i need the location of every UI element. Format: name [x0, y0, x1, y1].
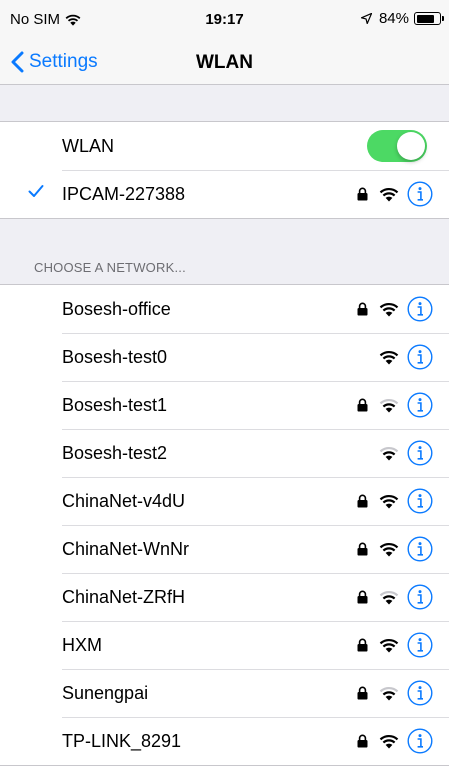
wifi-slot — [379, 494, 399, 509]
page-title: WLAN — [196, 52, 253, 73]
info-icon[interactable] — [407, 632, 433, 658]
lock-slot — [356, 542, 368, 556]
wlan-toggle-row: WLAN — [0, 122, 449, 170]
network-name: ChinaNet-WnNr — [62, 539, 190, 559]
network-name: Sunengpai — [62, 683, 149, 703]
info-icon[interactable] — [407, 392, 433, 418]
info-icon[interactable] — [407, 488, 433, 514]
wlan-group: WLAN IPCAM-227388 — [0, 121, 449, 219]
wifi-slot — [379, 686, 399, 701]
wifi-slot — [379, 302, 399, 317]
info-icon[interactable] — [407, 296, 433, 322]
network-row[interactable]: ChinaNet-ZRfH — [0, 573, 449, 621]
wifi-signal-icon — [379, 302, 399, 316]
wifi-slot — [379, 187, 399, 202]
network-list: Bosesh-office Bosesh-test0 Bosesh-test1 Bos… — [0, 284, 449, 766]
wifi-signal-icon — [379, 542, 399, 556]
lock-icon — [357, 302, 367, 316]
battery-icon — [414, 12, 444, 25]
lock-slot — [356, 686, 368, 700]
lock-icon — [357, 686, 367, 700]
wifi-signal-icon — [379, 638, 399, 652]
section-header: CHOOSE A NETWORK... — [34, 260, 186, 275]
wifi-slot — [379, 542, 399, 557]
lock-icon — [357, 734, 367, 748]
network-icons — [356, 621, 449, 669]
info-icon[interactable] — [407, 181, 433, 207]
network-icons — [356, 669, 449, 717]
connected-network-name: IPCAM-227388 — [62, 184, 186, 204]
network-icons — [356, 333, 449, 381]
info-icon[interactable] — [407, 344, 433, 370]
lock-slot — [356, 398, 368, 412]
network-name: Bosesh-test0 — [62, 347, 168, 367]
lock-slot — [356, 734, 368, 748]
network-name: ChinaNet-v4dU — [62, 491, 186, 511]
toggle-knob — [397, 132, 425, 160]
wifi-slot — [379, 590, 399, 605]
network-row[interactable]: Bosesh-test1 — [0, 381, 449, 429]
wifi-slot — [379, 638, 399, 653]
network-name: Bosesh-office — [62, 299, 171, 319]
network-icons — [356, 525, 449, 573]
location-arrow-icon — [360, 13, 372, 24]
lock-slot — [356, 638, 368, 652]
wifi-slot — [379, 398, 399, 413]
network-name: Bosesh-test2 — [62, 443, 168, 463]
lock-icon — [357, 638, 367, 652]
status-bar: No SIM 19:17 84% — [0, 0, 449, 40]
lock-icon — [357, 398, 367, 412]
wifi-signal-icon — [379, 494, 399, 508]
network-icons — [356, 285, 449, 333]
connected-network-icons — [356, 170, 449, 218]
network-row[interactable]: Bosesh-office — [0, 285, 449, 333]
network-name: HXM — [62, 635, 102, 655]
network-name: Bosesh-test1 — [62, 395, 168, 415]
network-icons — [356, 573, 449, 621]
lock-slot — [356, 590, 368, 604]
wifi-signal-icon — [379, 686, 399, 700]
wifi-slot — [379, 350, 399, 365]
wlan-toggle[interactable] — [367, 130, 427, 162]
lock-slot — [356, 494, 368, 508]
status-right: 84% — [360, 10, 444, 27]
wifi-signal-icon — [379, 398, 399, 412]
network-row[interactable]: ChinaNet-WnNr — [0, 525, 449, 573]
info-icon[interactable] — [407, 680, 433, 706]
wifi-slot — [379, 734, 399, 749]
lock-icon — [357, 542, 367, 556]
info-icon[interactable] — [407, 536, 433, 562]
checkmark-icon — [28, 185, 44, 197]
network-name: TP-LINK_8291 — [62, 731, 182, 751]
network-icons — [356, 429, 449, 477]
wifi-signal-icon — [379, 350, 399, 364]
lock-icon — [357, 187, 367, 201]
wifi-signal-icon — [379, 590, 399, 604]
wlan-label: WLAN — [62, 136, 115, 156]
wifi-signal-icon — [379, 446, 399, 460]
battery-percent: 84% — [378, 10, 409, 27]
lock-icon — [357, 590, 367, 604]
lock-slot — [356, 187, 368, 201]
network-row[interactable]: ChinaNet-v4dU — [0, 477, 449, 525]
network-row[interactable]: Bosesh-test2 — [0, 429, 449, 477]
info-icon[interactable] — [407, 584, 433, 610]
network-name: ChinaNet-ZRfH — [62, 587, 186, 607]
connected-network-row[interactable]: IPCAM-227388 — [0, 170, 449, 218]
network-icons — [356, 477, 449, 525]
lock-icon — [357, 494, 367, 508]
wifi-signal-icon — [379, 187, 399, 201]
network-row[interactable]: HXM — [0, 621, 449, 669]
info-icon[interactable] — [407, 728, 433, 754]
navigation-bar: Settings WLAN — [0, 40, 449, 85]
info-icon[interactable] — [407, 440, 433, 466]
network-icons — [356, 381, 449, 429]
lock-slot — [356, 302, 368, 316]
network-row[interactable]: Bosesh-test0 — [0, 333, 449, 381]
wifi-slot — [379, 446, 399, 461]
network-row[interactable]: Sunengpai — [0, 669, 449, 717]
wifi-signal-icon — [379, 734, 399, 748]
